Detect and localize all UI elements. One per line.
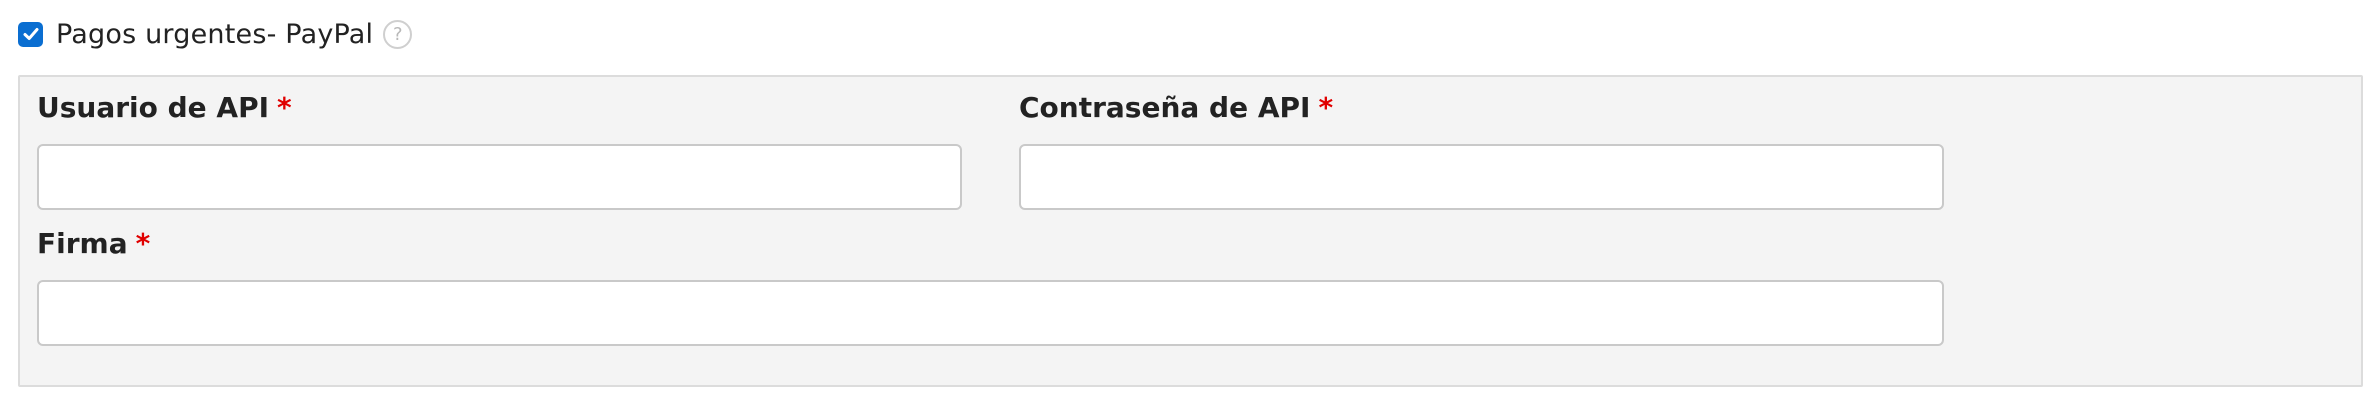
api-user-label: Usuario de API * — [37, 91, 292, 124]
signature-input[interactable] — [37, 280, 1944, 346]
api-user-input[interactable] — [37, 144, 962, 210]
help-icon[interactable]: ? — [383, 19, 413, 49]
paypal-urgent-payments-header: Pagos urgentes- PayPal ? — [18, 14, 413, 54]
paypal-settings-panel: Usuario de API * Contraseña de API * Firma… — [18, 75, 2363, 387]
paypal-urgent-payments-checkbox[interactable] — [18, 21, 43, 47]
api-user-label-text: Usuario de API — [37, 91, 270, 124]
signature-label: Firma * — [37, 227, 150, 260]
required-marker: * — [135, 227, 151, 260]
signature-label-text: Firma — [37, 227, 128, 260]
api-password-input[interactable] — [1019, 144, 1944, 210]
paypal-urgent-payments-label[interactable]: Pagos urgentes- PayPal — [56, 19, 373, 50]
api-password-label: Contraseña de API * — [1019, 91, 1333, 124]
required-marker: * — [1318, 91, 1334, 124]
api-password-label-text: Contraseña de API — [1019, 91, 1311, 124]
checkmark-icon — [23, 28, 38, 40]
required-marker: * — [277, 91, 292, 124]
